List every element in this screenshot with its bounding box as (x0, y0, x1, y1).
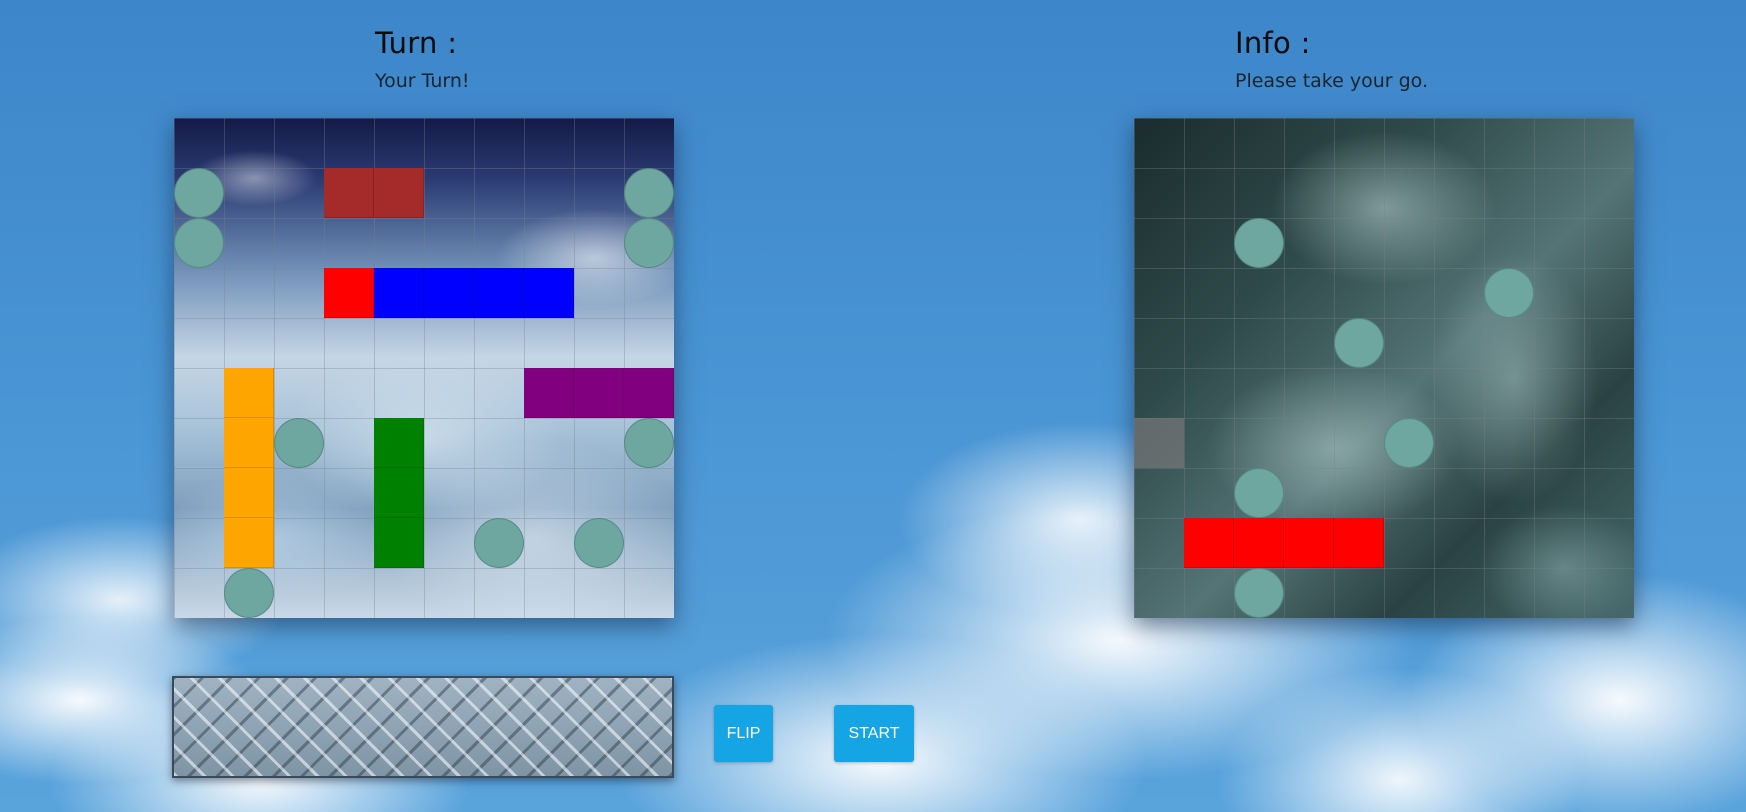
ship-segment (574, 368, 624, 418)
miss-marker (274, 418, 324, 468)
miss-marker (174, 168, 224, 218)
ship-segment (524, 368, 574, 418)
player-ship (524, 368, 674, 418)
miss-marker (1234, 568, 1284, 618)
sunk-enemy-ship (1184, 518, 1384, 568)
player-board (174, 118, 674, 618)
ship-segment (224, 518, 274, 568)
ship-segment (1284, 518, 1334, 568)
miss-marker (1484, 268, 1534, 318)
ship-segment (624, 368, 674, 418)
ship-segment (374, 268, 424, 318)
miss-marker (624, 418, 674, 468)
player-ship (374, 418, 424, 568)
miss-marker (624, 218, 674, 268)
ship-segment (324, 168, 374, 218)
start-button[interactable]: START (834, 705, 914, 762)
miss-marker (1384, 418, 1434, 468)
ship-segment (224, 418, 274, 468)
miss-marker (224, 568, 274, 618)
turn-title: Turn : (375, 26, 458, 60)
player-ship (324, 168, 424, 218)
info-title: Info : (1235, 26, 1311, 60)
ship-segment (1234, 518, 1284, 568)
ship-segment (324, 268, 374, 318)
turn-panel: Turn : Your Turn! (375, 26, 470, 92)
target-cursor-cell[interactable] (1134, 418, 1184, 468)
ship-segment (1184, 518, 1234, 568)
miss-marker (1234, 218, 1284, 268)
miss-marker (174, 218, 224, 268)
miss-marker (474, 518, 524, 568)
turn-status: Your Turn! (375, 70, 470, 92)
ship-segment (224, 468, 274, 518)
ship-segment (224, 368, 274, 418)
player-ship (324, 268, 574, 318)
ship-segment (374, 168, 424, 218)
ship-segment (424, 268, 474, 318)
flip-button[interactable]: FLIP (714, 705, 773, 762)
enemy-board[interactable] (1134, 118, 1634, 618)
ship-segment (524, 268, 574, 318)
ship-segment (474, 268, 524, 318)
miss-marker (624, 168, 674, 218)
info-message: Please take your go. (1235, 70, 1428, 92)
ship-segment (374, 418, 424, 468)
ship-tray[interactable] (172, 676, 674, 778)
ship-segment (374, 468, 424, 518)
miss-marker (1334, 318, 1384, 368)
info-panel: Info : Please take your go. (1235, 26, 1428, 92)
miss-marker (1234, 468, 1284, 518)
miss-marker (574, 518, 624, 568)
ship-segment (1334, 518, 1384, 568)
ship-segment (374, 518, 424, 568)
player-ship (224, 368, 274, 568)
